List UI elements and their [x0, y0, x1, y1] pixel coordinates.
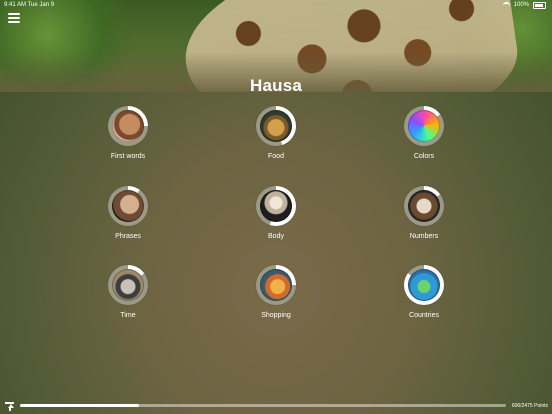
footer-progress: 606/2475 Points: [0, 398, 552, 414]
category-image: [112, 269, 144, 301]
category-phrases[interactable]: Phrases: [68, 186, 188, 240]
progress-ring: [256, 186, 296, 226]
battery-percentage: 100%: [513, 2, 529, 8]
category-label: Colors: [413, 153, 435, 160]
progress-ring: [404, 186, 444, 226]
status-left: 9:41 AM Tue Jan 9: [4, 0, 54, 10]
category-numbers[interactable]: Numbers: [364, 186, 484, 240]
hamburger-menu-icon[interactable]: [8, 13, 20, 23]
wifi-icon: [502, 1, 510, 9]
category-label: Body: [268, 233, 284, 240]
category-image: [260, 190, 292, 222]
progress-ring: [404, 265, 444, 305]
battery-icon: [533, 1, 546, 9]
icon-stem: [9, 407, 11, 411]
category-food[interactable]: Food: [216, 106, 336, 160]
category-first-words[interactable]: First words: [68, 106, 188, 160]
progress-ring: [256, 265, 296, 305]
progress-ring: [108, 186, 148, 226]
category-label: Countries: [409, 312, 439, 319]
category-label: Time: [120, 312, 136, 319]
status-right: 100%: [502, 0, 546, 10]
menu-line: [8, 21, 20, 23]
points-progress-fill: [20, 404, 139, 407]
points-text: 606/2475 Points: [511, 403, 548, 409]
category-image: [112, 110, 144, 142]
category-image: [260, 110, 292, 142]
category-image: [112, 190, 144, 222]
menu-line: [8, 17, 20, 19]
menu-line: [8, 13, 20, 15]
category-countries[interactable]: Countries: [364, 265, 484, 319]
category-time[interactable]: Time: [68, 265, 188, 319]
progress-ring: [108, 265, 148, 305]
category-colors[interactable]: Colors: [364, 106, 484, 160]
category-label: First words: [110, 153, 146, 160]
category-label: Numbers: [409, 233, 439, 240]
progress-ring: [256, 106, 296, 146]
points-progress-track: [20, 404, 506, 407]
category-image: [408, 110, 440, 142]
category-label: Shopping: [261, 312, 291, 319]
status-bar: 9:41 AM Tue Jan 9 100%: [0, 0, 552, 10]
progress-ring: [404, 106, 444, 146]
status-time: 9:41 AM: [4, 2, 27, 8]
category-image: [408, 269, 440, 301]
page-title: Hausa: [249, 76, 303, 95]
category-label: Food: [268, 153, 284, 160]
category-image: [260, 269, 292, 301]
category-body[interactable]: Body: [216, 186, 336, 240]
category-label: Phrases: [115, 233, 141, 240]
category-shopping[interactable]: Shopping: [216, 265, 336, 319]
status-date: Tue Jan 9: [27, 2, 55, 8]
progress-ring: [108, 106, 148, 146]
category-image: [408, 190, 440, 222]
scroll-to-top-icon[interactable]: [5, 402, 14, 411]
